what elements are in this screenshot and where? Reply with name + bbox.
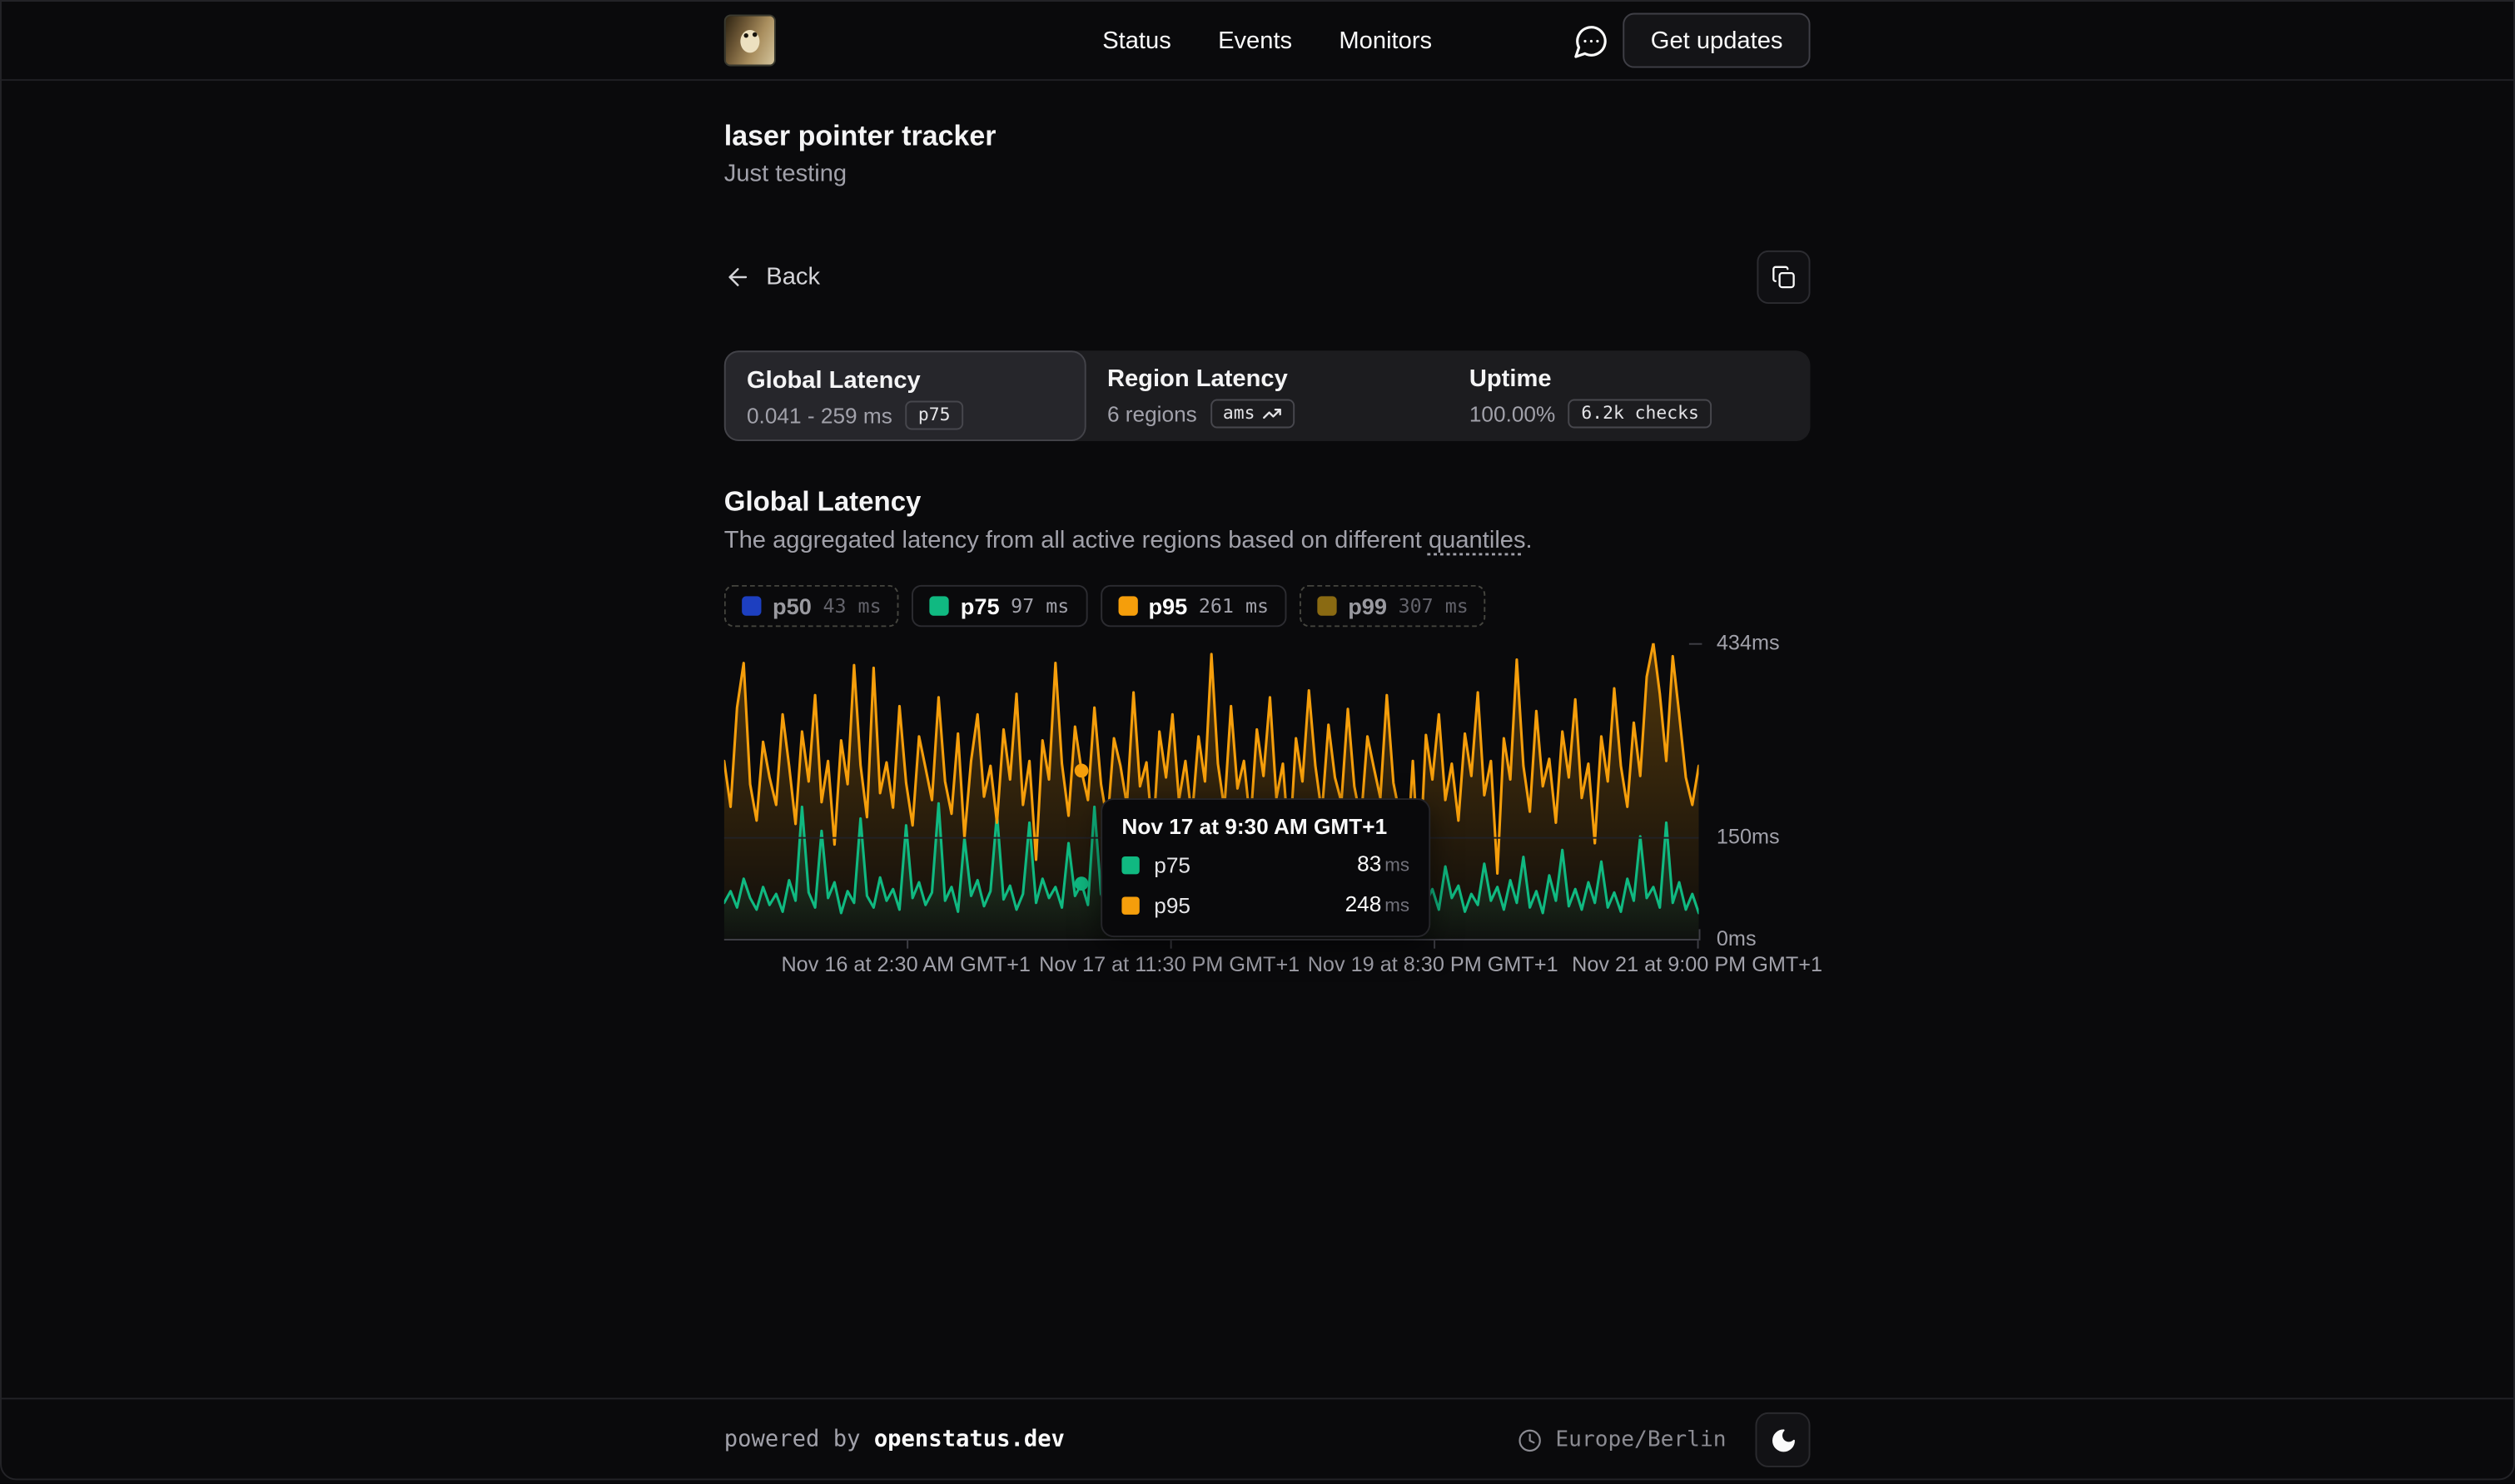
quantiles-link[interactable]: quantiles	[1429, 527, 1526, 554]
card-value: 6 regions	[1107, 401, 1197, 425]
x-axis-label-1: Nov 16 at 2:30 AM GMT+1	[781, 952, 1031, 976]
tooltip-row-p95: p95 248ms	[1121, 891, 1409, 920]
tooltip-label: p75	[1154, 852, 1190, 876]
powered-by: powered by openstatus.dev	[724, 1427, 1065, 1452]
card-title: Global Latency	[747, 365, 1064, 396]
clock-icon	[1518, 1427, 1543, 1452]
legend-chip-p99[interactable]: p99 307 ms	[1300, 585, 1486, 627]
p50-swatch	[742, 596, 761, 615]
tooltip-label: p95	[1154, 893, 1190, 917]
p99-swatch	[1317, 596, 1336, 615]
logo-image[interactable]	[724, 14, 776, 66]
timezone: Europe/Berlin	[1518, 1427, 1727, 1452]
checks-badge: 6.2k checks	[1568, 400, 1712, 429]
toolbar: Back	[724, 251, 1811, 304]
x-axis-label-3: Nov 19 at 8:30 PM GMT+1	[1308, 952, 1558, 976]
x-tick	[1170, 941, 1171, 949]
tooltip-unit: ms	[1384, 897, 1409, 916]
nav-link-events[interactable]: Events	[1218, 27, 1292, 54]
legend-value: 261 ms	[1199, 594, 1269, 617]
legend-chip-p75[interactable]: p75 97 ms	[912, 585, 1087, 627]
nav-link-monitors[interactable]: Monitors	[1339, 27, 1432, 54]
chart-legend: p50 43 ms p75 97 ms p95 261 ms p99 307 m…	[724, 585, 1486, 627]
legend-chip-p50[interactable]: p50 43 ms	[724, 585, 899, 627]
y-tick	[1699, 929, 1701, 939]
region-badge: ams	[1210, 400, 1295, 429]
tab-region-latency[interactable]: Region Latency 6 regions ams	[1086, 350, 1449, 441]
get-updates-button[interactable]: Get updates	[1623, 13, 1811, 68]
tooltip-title: Nov 17 at 9:30 AM GMT+1	[1121, 815, 1409, 839]
tooltip-unit: ms	[1384, 856, 1409, 876]
theme-toggle-button[interactable]	[1755, 1412, 1810, 1467]
page: Status Events Monitors Get updates laser…	[0, 0, 2515, 1484]
timezone-label: Europe/Berlin	[1555, 1427, 1726, 1452]
legend-label: p95	[1148, 593, 1187, 619]
copy-icon	[1772, 265, 1796, 289]
feedback-chat-button[interactable]	[1573, 22, 1610, 60]
tab-global-latency[interactable]: Global Latency 0.041 - 259 ms p75	[724, 350, 1086, 441]
arrow-left-icon	[724, 263, 752, 290]
tooltip-value: 83	[1357, 851, 1381, 876]
back-label: Back	[766, 263, 820, 290]
x-tick	[906, 941, 907, 949]
legend-chip-p95[interactable]: p95 261 ms	[1100, 585, 1286, 627]
legend-label: p75	[961, 593, 1000, 619]
nav-menu: Status Events Monitors	[1102, 0, 1432, 81]
legend-value: 307 ms	[1399, 594, 1469, 617]
legend-label: p50	[773, 593, 812, 619]
tab-uptime[interactable]: Uptime 100.00% 6.2k checks	[1449, 350, 1811, 441]
card-title: Region Latency	[1107, 364, 1427, 395]
card-value: 100.00%	[1469, 401, 1555, 425]
y-axis-label-min: 0ms	[1717, 926, 1757, 950]
openstatus-link[interactable]: openstatus.dev	[874, 1427, 1065, 1452]
p95-swatch	[1118, 596, 1137, 615]
card-value: 0.041 - 259 ms	[747, 403, 892, 427]
card-title: Uptime	[1469, 364, 1789, 395]
footer: powered by openstatus.dev Europe/Berlin	[0, 1397, 2515, 1480]
y-axis-label-mid: 150ms	[1717, 824, 1780, 848]
message-bubble-icon	[1573, 41, 1610, 65]
x-axis-label-2: Nov 17 at 11:30 PM GMT+1	[1039, 952, 1300, 976]
back-button[interactable]: Back	[724, 251, 820, 304]
tooltip-value: 248	[1345, 892, 1382, 916]
top-nav: Status Events Monitors Get updates	[0, 0, 2515, 81]
legend-value: 97 ms	[1011, 594, 1069, 617]
tooltip-row-p75: p75 83ms	[1121, 850, 1409, 879]
trending-up-icon	[1263, 403, 1282, 422]
y-axis-label-max: 434ms	[1717, 630, 1780, 654]
x-axis-label-4: Nov 21 at 9:00 PM GMT+1	[1572, 952, 1822, 976]
legend-value: 43 ms	[823, 594, 881, 617]
section-title: Global Latency	[724, 486, 922, 519]
nav-link-status[interactable]: Status	[1102, 27, 1171, 54]
latency-chart[interactable]: 434ms 150ms 0ms Nov 16 at 2:30 AM GMT+1 …	[724, 643, 1856, 990]
page-title: laser pointer tracker	[724, 120, 997, 154]
p75-swatch	[930, 596, 949, 615]
p95-swatch	[1121, 896, 1139, 914]
page-subtitle: Just testing	[724, 160, 847, 187]
y-tick	[1689, 643, 1702, 645]
x-axis-line	[724, 939, 1701, 941]
section-description: The aggregated latency from all active r…	[724, 527, 1533, 554]
legend-label: p99	[1348, 593, 1387, 619]
quantile-badge: p75	[905, 400, 963, 429]
p75-swatch	[1121, 856, 1139, 873]
summary-tabs: Global Latency 0.041 - 259 ms p75 Region…	[724, 350, 1811, 441]
chart-tooltip: Nov 17 at 9:30 AM GMT+1 p75 83ms p95 248…	[1101, 798, 1430, 937]
x-tick	[1697, 941, 1699, 949]
x-tick	[1433, 941, 1434, 949]
moon-icon	[1769, 1426, 1797, 1453]
copy-link-button[interactable]	[1757, 251, 1810, 304]
